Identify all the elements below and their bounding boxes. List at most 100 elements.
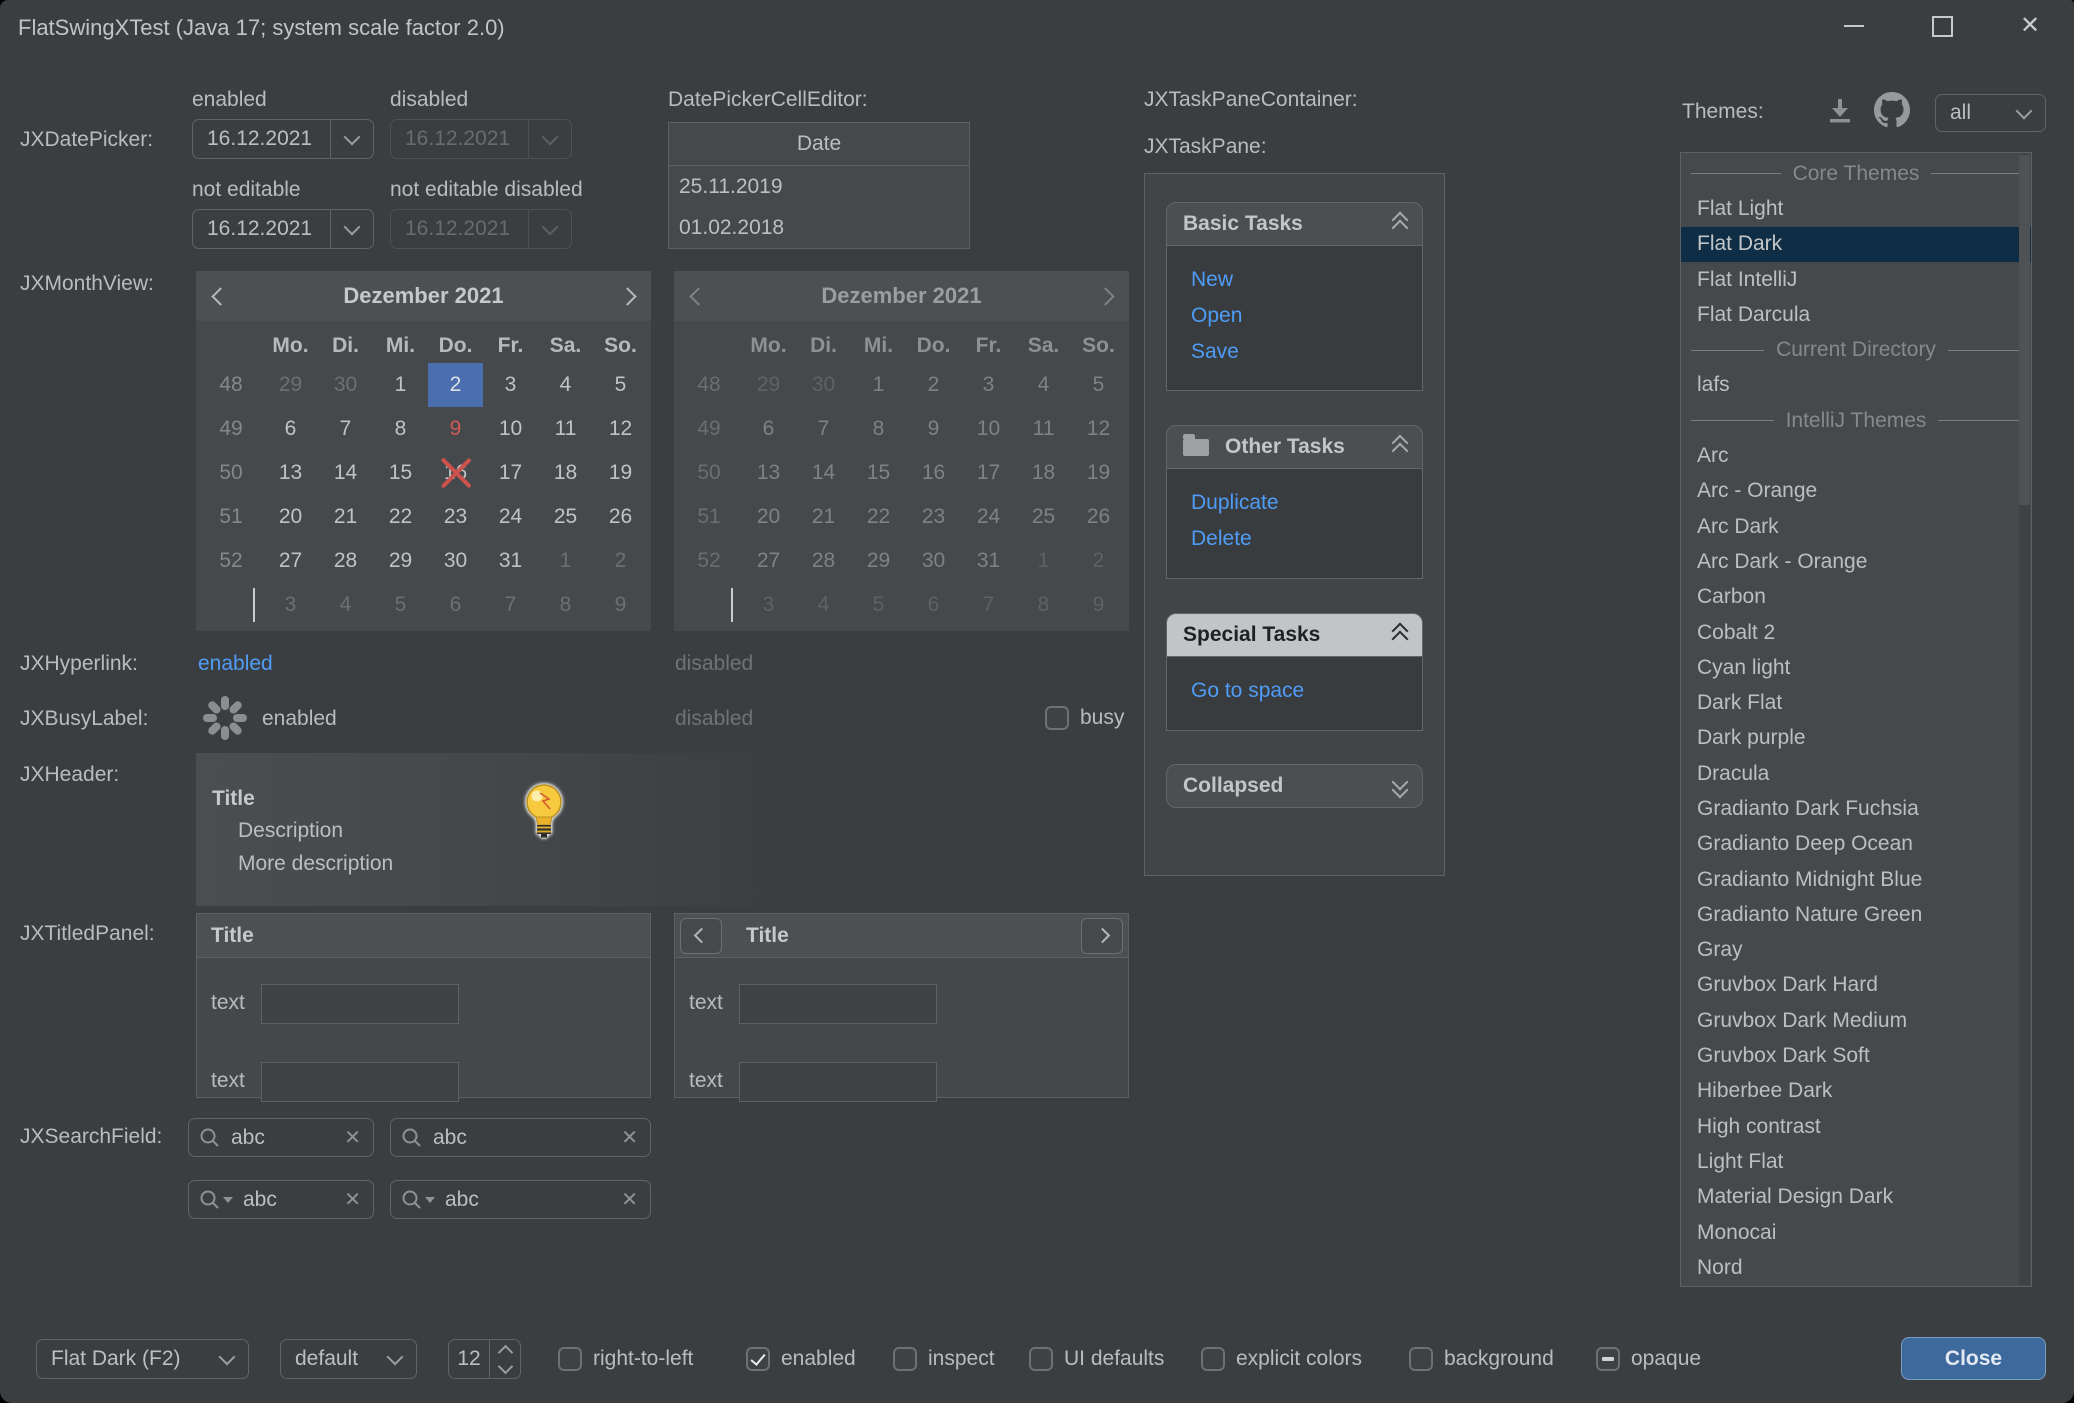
calendar-day[interactable]: 4 [318, 583, 373, 627]
calendar-day[interactable]: 28 [318, 539, 373, 583]
theme-item[interactable]: Flat IntelliJ [1681, 262, 2031, 297]
calendar-day[interactable]: 7 [483, 583, 538, 627]
date-column-header[interactable]: Date [669, 123, 969, 166]
github-button[interactable] [1874, 92, 1910, 134]
calendar-day[interactable]: 19 [593, 451, 648, 495]
taskpane-link-save[interactable]: Save [1191, 334, 1422, 370]
right-to-left-checkbox[interactable] [558, 1347, 582, 1371]
theme-item[interactable]: Gradianto Midnight Blue [1681, 862, 2031, 897]
taskpane-header[interactable]: Other Tasks [1166, 425, 1423, 469]
theme-item[interactable]: Flat Darcula [1681, 297, 2031, 332]
clear-icon[interactable]: ✕ [344, 1125, 361, 1150]
hyperlink-enabled[interactable]: enabled [198, 652, 273, 676]
calendar-day[interactable]: 2 [428, 363, 483, 407]
theme-item[interactable]: High contrast [1681, 1109, 2031, 1144]
theme-item[interactable]: Cyan light [1681, 650, 2031, 685]
calendar-day[interactable]: 30 [318, 363, 373, 407]
busy-checkbox[interactable] [1045, 706, 1069, 730]
datepicker-dropdown-button[interactable] [331, 226, 373, 233]
close-window-button[interactable]: ✕ [1986, 0, 2074, 52]
download-themes-button[interactable] [1824, 96, 1856, 130]
text-input[interactable] [739, 984, 937, 1024]
scrollbar-thumb[interactable] [2019, 155, 2030, 505]
theme-item[interactable]: Hiberbee Dark [1681, 1074, 2031, 1109]
theme-item[interactable]: Dark Flat [1681, 685, 2031, 720]
datepicker-value[interactable]: 16.12.2021 [193, 127, 330, 151]
text-input[interactable] [261, 1062, 459, 1102]
prev-button[interactable] [680, 918, 722, 954]
taskpane-link-new[interactable]: New [1191, 262, 1422, 298]
taskpane-link-open[interactable]: Open [1191, 298, 1422, 334]
search-value[interactable]: abc [233, 1188, 344, 1212]
explicit-colors-checkbox[interactable] [1201, 1347, 1225, 1371]
calendar-day[interactable]: 7 [318, 407, 373, 451]
calendar-day[interactable]: 18 [538, 451, 593, 495]
searchfield-4[interactable]: abc ✕ [390, 1180, 651, 1219]
calendar-day[interactable]: 25 [538, 495, 593, 539]
theme-item[interactable]: Gray [1681, 933, 2031, 968]
calendar-day[interactable]: 12 [593, 407, 648, 451]
taskpane-link-go-to-space[interactable]: Go to space [1191, 673, 1422, 709]
next-button[interactable] [1081, 918, 1123, 954]
calendar-day[interactable]: 23 [428, 495, 483, 539]
background-checkbox[interactable] [1409, 1347, 1433, 1371]
clear-icon[interactable]: ✕ [344, 1187, 361, 1212]
searchfield-3[interactable]: abc ✕ [188, 1180, 374, 1219]
theme-item[interactable]: Carbon [1681, 580, 2031, 615]
taskpane-link-delete[interactable]: Delete [1191, 521, 1422, 557]
theme-item[interactable]: lafs [1681, 368, 2031, 403]
themes-list[interactable]: Core ThemesFlat LightFlat DarkFlat Intel… [1680, 152, 2032, 1287]
enabled-checkbox[interactable] [746, 1347, 770, 1371]
calendar-day[interactable]: 5 [593, 363, 648, 407]
search-value[interactable]: abc [221, 1126, 344, 1150]
collapse-icon[interactable] [1394, 437, 1406, 457]
calendar-day[interactable]: 20 [263, 495, 318, 539]
table-row[interactable]: 01.02.2018 [669, 207, 969, 248]
datepicker-dropdown-button[interactable] [331, 136, 373, 143]
theme-item[interactable]: Gradianto Deep Ocean [1681, 827, 2031, 862]
calendar-day[interactable]: 5 [373, 583, 428, 627]
calendar-day[interactable]: 8 [373, 407, 428, 451]
opaque-checkbox[interactable] [1596, 1347, 1620, 1371]
theme-item[interactable]: Gradianto Nature Green [1681, 897, 2031, 932]
clear-icon[interactable]: ✕ [621, 1125, 638, 1150]
inspect-checkbox[interactable] [893, 1347, 917, 1371]
calendar-day[interactable]: 26 [593, 495, 648, 539]
theme-item[interactable]: Dark purple [1681, 721, 2031, 756]
next-month-button[interactable] [603, 290, 651, 303]
text-input[interactable] [261, 984, 459, 1024]
calendar-day[interactable]: 6 [263, 407, 318, 451]
calendar-day[interactable]: 16 [428, 451, 483, 495]
taskpane-header[interactable]: Special Tasks [1166, 613, 1423, 657]
search-value[interactable]: abc [435, 1188, 621, 1212]
theme-item[interactable]: Flat Light [1681, 191, 2031, 226]
spinner-arrows[interactable] [489, 1340, 520, 1378]
theme-item[interactable]: Nord [1681, 1250, 2031, 1285]
theme-item[interactable]: Arc [1681, 438, 2031, 473]
theme-item[interactable]: Cobalt 2 [1681, 615, 2031, 650]
font-size-spinner[interactable]: 12 [448, 1339, 521, 1379]
prev-month-button[interactable] [196, 290, 244, 303]
calendar-day[interactable]: 10 [483, 407, 538, 451]
collapse-icon[interactable] [1394, 625, 1406, 645]
theme-item[interactable]: Dracula [1681, 756, 2031, 791]
theme-item[interactable]: Monocai [1681, 1215, 2031, 1250]
theme-item[interactable]: Gradianto Dark Fuchsia [1681, 791, 2031, 826]
monthview-enabled[interactable]: Dezember 2021Mo.Di.Mi.Do.Fr.Sa.So.482930… [196, 271, 651, 631]
theme-item[interactable]: Light Flat [1681, 1144, 2031, 1179]
calendar-day[interactable]: 21 [318, 495, 373, 539]
datepicker-enabled[interactable]: 16.12.2021 [192, 119, 374, 159]
theme-item[interactable]: Material Design Dark [1681, 1180, 2031, 1215]
calendar-day[interactable]: 22 [373, 495, 428, 539]
text-input[interactable] [739, 1062, 937, 1102]
calendar-day[interactable]: 3 [263, 583, 318, 627]
table-row[interactable]: 25.11.2019 [669, 166, 969, 207]
calendar-day[interactable]: 1 [373, 363, 428, 407]
themes-filter-combo[interactable]: all [1935, 94, 2046, 132]
calendar-day[interactable]: 2 [593, 539, 648, 583]
collapse-icon[interactable] [1394, 214, 1406, 234]
calendar-day[interactable]: 11 [538, 407, 593, 451]
laf-combo[interactable]: Flat Dark (F2) [36, 1339, 249, 1379]
calendar-day[interactable]: 24 [483, 495, 538, 539]
searchfield-2[interactable]: abc ✕ [390, 1118, 651, 1157]
